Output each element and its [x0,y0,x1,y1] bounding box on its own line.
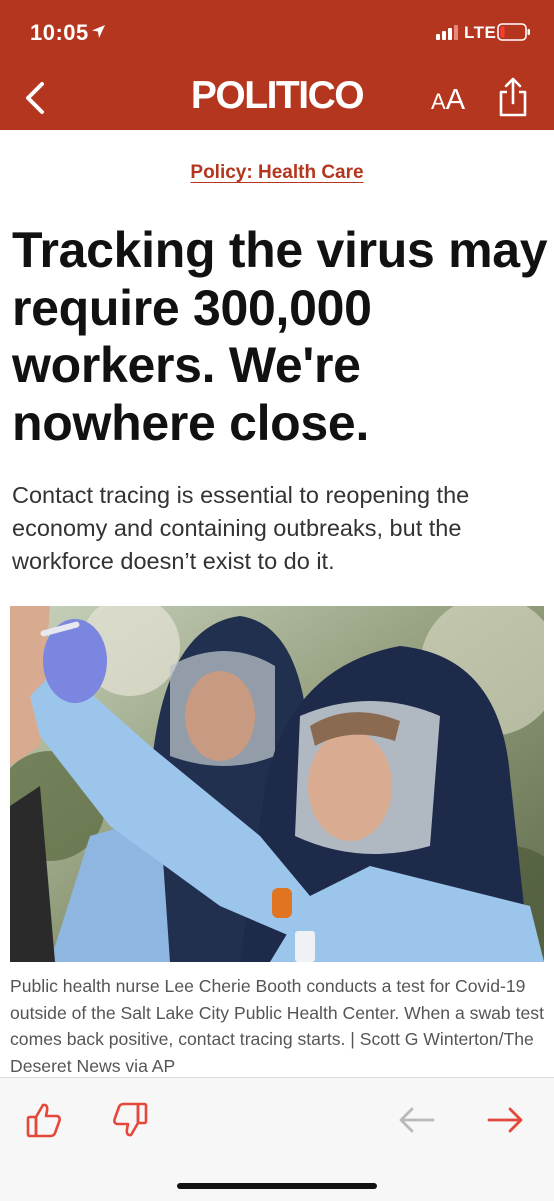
article-headline: Tracking the virus may require 300,000 w… [12,222,548,451]
text-size-button[interactable]: AA [431,84,465,117]
app-header: 10:05 LTE POLITICO AA [0,0,554,130]
text-size-small-glyph: A [431,89,446,114]
text-size-large-glyph: A [445,84,466,116]
status-time: 10:05 [30,20,89,45]
brand-logo: POLITICO [190,74,365,117]
like-button[interactable] [24,1100,64,1145]
share-button[interactable] [496,76,530,118]
dislike-button[interactable] [110,1100,150,1145]
article-dek: Contact tracing is essential to reopenin… [12,482,470,574]
network-type: LTE [464,23,497,42]
cellular-signal-icon [436,25,458,40]
home-indicator[interactable] [177,1183,377,1189]
article-photo [10,606,544,962]
thumbs-up-icon [26,1103,61,1138]
section-link[interactable]: Policy: Health Care [0,162,554,184]
bottom-toolbar [0,1077,554,1201]
thumbs-down-icon [113,1102,148,1137]
location-arrow-icon [92,25,105,38]
photo-caption: Public health nurse Lee Cherie Booth con… [10,976,544,1076]
next-article-button[interactable] [486,1106,524,1139]
previous-article-button[interactable] [398,1106,436,1139]
arrow-right-icon [487,1107,523,1133]
battery-icon [497,23,530,41]
arrow-left-icon [399,1107,435,1133]
photo-illustration [10,606,544,962]
share-icon [499,77,527,117]
